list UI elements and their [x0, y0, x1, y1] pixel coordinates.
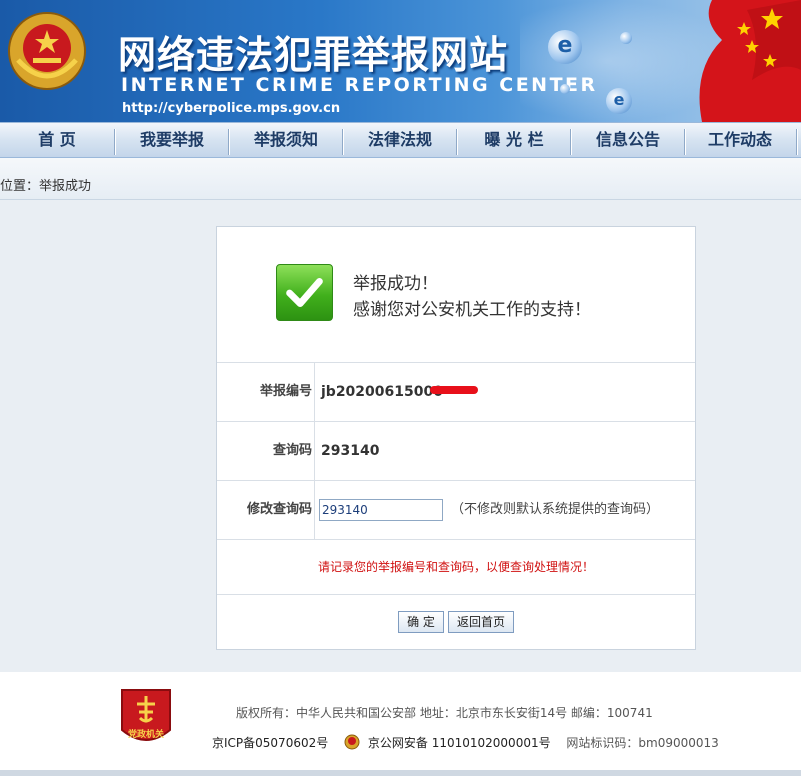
query-code-input[interactable] [319, 499, 443, 521]
report-number-value: jb20200615000 [321, 384, 443, 400]
success-panel: 举报成功！ 感谢您对公安机关工作的支持！ [217, 227, 695, 363]
copyright-line: 版权所有：中华人民共和国公安部 地址：北京市东长安街14号 邮编：100741 [236, 706, 653, 720]
nav-item-home[interactable]: 首 页 [0, 123, 114, 159]
site-id: 网站标识码：bm09000013 [566, 736, 719, 750]
national-flag-icon [699, 0, 801, 122]
national-emblem-icon [8, 12, 86, 90]
query-code-value: 293140 [321, 443, 380, 459]
main-nav: 首 页 我要举报 举报须知 法律法规 曝 光 栏 信息公告 工作动态 [0, 122, 801, 158]
breadcrumb-bar: 位置：举报成功 [0, 158, 801, 200]
report-number-label: 举报编号 [217, 363, 315, 421]
bottom-strip [0, 770, 801, 776]
header-banner: 网络违法犯罪举报网站 INTERNET CRIME REPORTING CENT… [0, 0, 801, 122]
report-number-row: 举报编号 jb20200615000 [217, 363, 695, 422]
nav-item-guidelines[interactable]: 举报须知 [230, 123, 342, 159]
nav-divider [796, 129, 798, 155]
nav-item-report[interactable]: 我要举报 [116, 123, 228, 159]
modify-query-code-row: 修改查询码 （不修改则默认系统提供的查询码） [217, 481, 695, 540]
nav-item-exposure[interactable]: 曝 光 栏 [458, 123, 570, 159]
success-message: 感谢您对公安机关工作的支持！ [353, 300, 591, 320]
site-title-cn: 网络违法犯罪举报网站 [118, 33, 509, 77]
checkmark-icon [276, 264, 333, 321]
redaction-mark [430, 386, 478, 394]
query-code-row: 查询码 293140 [217, 422, 695, 481]
e-globe-icon [620, 32, 632, 44]
nav-item-news[interactable]: 工作动态 [686, 123, 794, 159]
police-record-icon [344, 734, 360, 750]
record-line: 京ICP备05070602号 京公网安备 11010102000001号 网站标… [212, 734, 719, 751]
modify-query-code-label: 修改查询码 [217, 481, 315, 539]
nav-item-announcements[interactable]: 信息公告 [572, 123, 684, 159]
nav-item-laws[interactable]: 法律法规 [344, 123, 456, 159]
record-notice: 请记录您的举报编号和查询码，以便查询处理情况！ [217, 540, 695, 595]
back-home-button[interactable]: 返回首页 [448, 611, 514, 633]
e-globe-icon: e [548, 30, 582, 64]
badge-text: 党政机关 [128, 728, 164, 740]
query-code-label: 查询码 [217, 422, 315, 480]
party-government-badge-icon[interactable]: 党政机关 [120, 688, 172, 748]
e-globe-icon: e [606, 88, 632, 114]
modify-hint: （不修改则默认系统提供的查询码） [451, 502, 660, 517]
footer: 党政机关 版权所有：中华人民共和国公安部 地址：北京市东长安街14号 邮编：10… [0, 672, 801, 776]
result-card: 举报成功！ 感谢您对公安机关工作的支持！ 举报编号 jb20200615000 … [216, 226, 696, 650]
e-globe-icon [560, 84, 570, 94]
breadcrumb: 位置：举报成功 [0, 179, 92, 194]
police-record[interactable]: 京公网安备 11010102000001号 [368, 736, 551, 750]
confirm-button[interactable]: 确 定 [398, 611, 444, 633]
site-title-en: INTERNET CRIME REPORTING CENTER [121, 74, 598, 96]
icp-record[interactable]: 京ICP备05070602号 [212, 736, 328, 750]
success-title: 举报成功！ [353, 274, 438, 294]
site-url: http://cyberpolice.mps.gov.cn [122, 101, 341, 116]
